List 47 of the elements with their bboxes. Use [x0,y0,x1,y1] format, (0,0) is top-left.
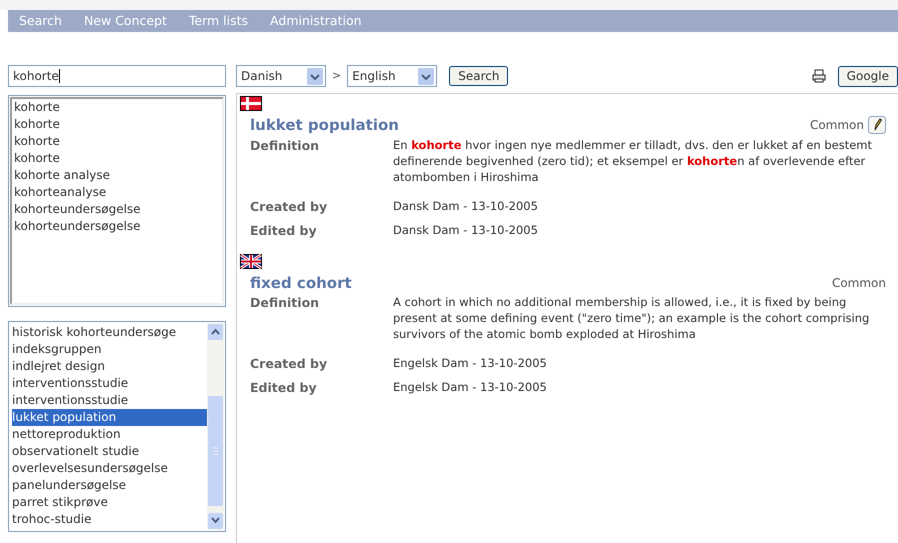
field-value: Engelsk Dam - 13-10-2005 [393,355,547,372]
list-item[interactable]: historisk kohorteundersøge [12,324,207,341]
list-item[interactable]: panelundersøgelse [12,477,207,494]
field-label: Edited by [250,222,318,238]
search-button[interactable]: Search [449,66,508,86]
list-item[interactable]: indeksgruppen [12,341,207,358]
field-label: Definition [250,136,320,154]
list-item[interactable]: trohoc-studie [12,511,207,528]
list-item[interactable]: lukket population [12,409,207,426]
status-label: Common [832,274,886,292]
list-item[interactable]: kohorte [14,116,222,133]
list-item[interactable]: parret stikprøve [12,494,207,511]
list-item[interactable]: observationelt studie [12,443,207,460]
field-value: Dansk Dam - 13-10-2005 [393,198,538,214]
field-label: Created by [250,198,328,214]
list-item[interactable]: kohorteanalyse [14,184,222,201]
list-item[interactable]: kohorte analyse [14,167,222,184]
field-label: Edited by [250,379,318,396]
term-title: fixed cohort [250,272,352,294]
list-item[interactable]: kohorteundersøgelse [14,201,222,218]
term-title: lukket population [250,115,399,136]
list-item[interactable]: interventionsstudie [12,375,207,392]
search-field[interactable]: kohorte [8,65,226,87]
status-label: Common [810,117,864,134]
list-item[interactable]: kohorte [14,150,222,167]
scrollbar[interactable] [207,323,224,530]
list-item[interactable]: kohorte [14,99,222,116]
field-value: En kohorte hvor ingen nye medlemmer er tilladt, dvs. den er lukket af en bestemt definerende begivenhed (zero tid); et eksempel er kohorten af overlevende efter atombomben i Hiroshima [393,136,873,184]
danish-flag-icon [240,96,262,111]
printer-icon[interactable] [812,69,826,83]
list-item[interactable]: indlejret design [12,358,207,375]
list-item[interactable]: overlevelsesundersøgelse [12,460,207,477]
field-value: Dansk Dam - 13-10-2005 [393,222,538,238]
british-flag-icon [240,254,262,268]
list-item[interactable]: interventionsstudie [12,392,207,409]
pencil-icon[interactable] [868,116,886,134]
list-item[interactable]: kohorte [14,133,222,150]
field-label: Created by [250,355,328,372]
google-button[interactable]: Google [838,66,898,86]
separator-text: > [332,68,342,84]
field-label: Definition [250,294,320,312]
source-language-select[interactable]: Danish [236,65,326,87]
list-item[interactable]: nettoreproduktion [12,426,207,443]
target-language-select[interactable]: English [347,65,438,87]
field-value: A cohort in which no additional membership is allowed, i.e., it is fixed by being present at some defining event ("zero time"); an example is the cohort comprising survivors of the atomic bomb exploded at Hiroshima [393,294,870,342]
list-item[interactable]: kohorteundersøgelse [14,218,222,235]
field-value: Engelsk Dam - 13-10-2005 [393,379,547,396]
